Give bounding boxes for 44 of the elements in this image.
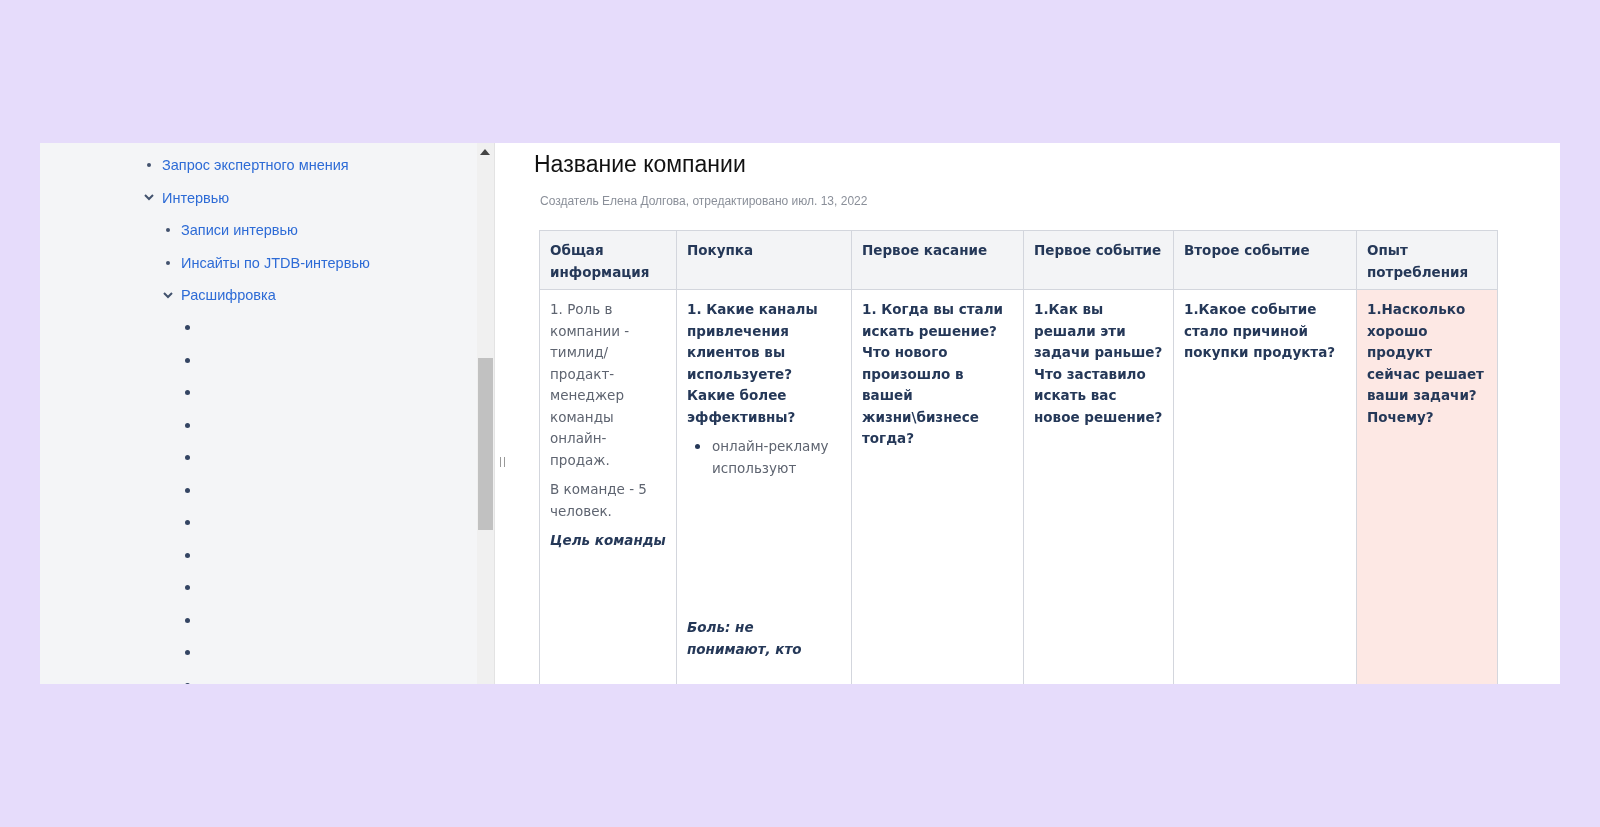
page-title: Название компании bbox=[534, 150, 747, 179]
bullet-icon bbox=[185, 487, 190, 493]
bullet-icon bbox=[185, 585, 190, 591]
bullet-icon bbox=[185, 325, 190, 331]
cell-text: Цель команды bbox=[550, 531, 666, 550]
column-header: Общая информация bbox=[539, 230, 677, 290]
scrollbar[interactable] bbox=[477, 143, 495, 684]
cell-text: 1.Насколько хорошо продукт сейчас решает ваши задачи? Почему? bbox=[1367, 300, 1485, 427]
bullet-icon bbox=[185, 552, 190, 558]
chevron-down-icon[interactable] bbox=[144, 194, 154, 202]
bullet-icon bbox=[185, 357, 190, 363]
column-header: Опыт потребления bbox=[1356, 230, 1498, 290]
column-header: Покупка bbox=[676, 230, 852, 290]
sidebar-link[interactable]: Запрос экспертного мнения bbox=[162, 157, 349, 174]
sidebar-link[interactable]: Расшифровка bbox=[181, 287, 276, 304]
list-item-text: онлайн-рекламу используют bbox=[712, 437, 830, 478]
cell-text: 1. Роль в компании - тимлид/ продакт-менеджер команды онлайн-продаж. bbox=[550, 300, 631, 470]
bullet-icon bbox=[147, 163, 151, 168]
bullet-icon bbox=[695, 444, 700, 449]
bullet-icon bbox=[185, 520, 190, 526]
cell-text: 1. Какие каналы привлечения клиентов вы используете? Какие более эффективны? bbox=[687, 300, 819, 427]
cell-text: В команде - 5 человек. bbox=[550, 480, 648, 521]
column-header: Первое событие bbox=[1023, 230, 1174, 290]
bullet-icon bbox=[185, 650, 190, 656]
bullet-icon bbox=[185, 617, 190, 623]
bullet-icon bbox=[185, 422, 190, 428]
bullet-icon bbox=[166, 260, 170, 265]
sidebar-link[interactable]: Интервью bbox=[162, 189, 230, 206]
cell-text: 1. Когда вы стали искать решение? Что нового произошло в вашей жизни\бизнесе тогда? bbox=[862, 300, 1005, 448]
cell-text: 1.Как вы решали эти задачи раньше? Что заставило искать вас новое решение? bbox=[1034, 300, 1163, 427]
page-meta: Создатель Елена Долгова, отредактировано июл. 13, 2022 bbox=[540, 194, 869, 208]
chevron-down-icon[interactable] bbox=[163, 291, 173, 299]
column-header: Первое касание bbox=[851, 230, 1024, 290]
sidebar-link[interactable]: Инсайты по JTDB-интервью bbox=[181, 254, 370, 271]
scrollbar-thumb[interactable] bbox=[478, 358, 493, 530]
bullet-icon bbox=[185, 390, 190, 396]
sidebar-link[interactable]: Записи интервью bbox=[181, 222, 298, 239]
cell-text: 1.Какое событие стало причиной покупки продукта? bbox=[1184, 300, 1337, 362]
scroll-up-icon[interactable] bbox=[480, 149, 490, 155]
cell-text: Боль: не понимают, кто bbox=[687, 618, 803, 659]
bullet-icon bbox=[166, 228, 170, 233]
column-header: Второе событие bbox=[1173, 230, 1357, 290]
resize-handle[interactable] bbox=[500, 457, 505, 467]
bullet-icon bbox=[185, 455, 190, 461]
